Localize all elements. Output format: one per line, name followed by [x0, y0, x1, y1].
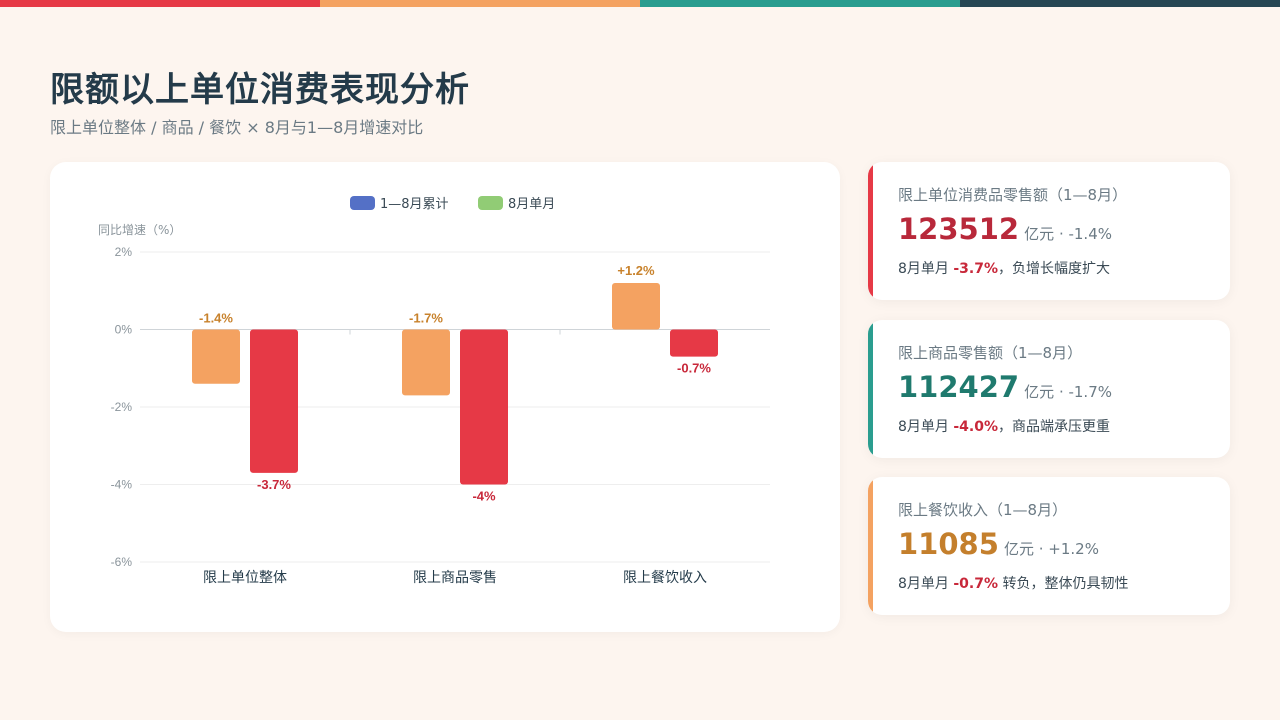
card-value: 112427 — [898, 370, 1020, 404]
card-note-suffix: ，商品端承压更重 — [998, 419, 1110, 435]
card-note-highlight: -3.7% — [953, 261, 998, 277]
bar-monthly — [670, 329, 718, 357]
bar-cumulative — [612, 283, 660, 330]
card-note-prefix: 8月单月 — [898, 261, 954, 277]
card-goods-retail: 限上商品零售额（1—8月） 112427 亿元 · -1.7% 8月单月 -4.… — [868, 320, 1230, 458]
card-accent-bar — [868, 320, 873, 458]
top-color-stripe — [0, 0, 1280, 7]
data-label: -3.7% — [257, 477, 291, 492]
y-tick-label: -6% — [111, 555, 133, 569]
card-note-highlight: -4.0% — [953, 419, 998, 435]
y-tick-label: -2% — [111, 400, 133, 414]
data-label: -0.7% — [677, 361, 711, 376]
bar-monthly — [460, 329, 508, 485]
stripe-segment-navy — [960, 0, 1280, 7]
legend-swatch — [350, 196, 375, 210]
x-tick-label: 限上单位整体 — [203, 570, 287, 586]
card-note-suffix: ，负增长幅度扩大 — [998, 261, 1110, 277]
data-label: -1.7% — [409, 311, 443, 326]
page-title: 限额以上单位消费表现分析 — [50, 70, 470, 110]
stripe-segment-orange — [320, 0, 640, 7]
card-total-retail: 限上单位消费品零售额（1—8月） 123512 亿元 · -1.4% 8月单月 … — [868, 162, 1230, 300]
legend-label: 1—8月累计 — [380, 197, 449, 212]
legend-label: 8月单月 — [508, 197, 555, 212]
bar-monthly — [250, 329, 298, 473]
legend-swatch — [478, 196, 503, 210]
y-tick-label: 2% — [115, 245, 133, 259]
card-unit: 亿元 · -1.7% — [1024, 383, 1112, 401]
y-tick-label: -4% — [111, 478, 133, 492]
y-axis-label: 同比增速（%） — [98, 223, 181, 237]
card-accent-bar — [868, 477, 873, 615]
data-label: +1.2% — [617, 263, 655, 278]
data-label: -1.4% — [199, 311, 233, 326]
card-accent-bar — [868, 162, 873, 300]
card-value: 123512 — [898, 212, 1020, 246]
card-unit: 亿元 · -1.4% — [1024, 225, 1112, 243]
bar-cumulative — [192, 329, 240, 384]
x-tick-label: 限上餐饮收入 — [623, 570, 707, 586]
stripe-segment-red — [0, 0, 320, 7]
data-label: -4% — [472, 489, 496, 504]
bar-chart: 2% 0% -2% -4% -6% 同比增速（%） 1—8月累计 8月单月 -1.4% -3.7%… — [98, 196, 770, 586]
card-value: 11085 — [898, 527, 999, 561]
card-note: 8月单月 -0.7% 转负，整体仍具韧性 — [898, 573, 1128, 593]
card-title: 限上餐饮收入（1—8月） — [898, 501, 1068, 519]
chart-card: 2% 0% -2% -4% -6% 同比增速（%） 1—8月累计 8月单月 -1.4% -3.7%… — [50, 162, 840, 632]
card-note-suffix: 转负，整体仍具韧性 — [998, 576, 1129, 592]
card-unit: 亿元 · +1.2% — [1004, 540, 1099, 558]
stripe-segment-teal — [640, 0, 960, 7]
card-note-prefix: 8月单月 — [898, 576, 954, 592]
y-tick-label: 0% — [115, 323, 133, 337]
x-tick-label: 限上商品零售 — [413, 570, 497, 586]
card-title: 限上单位消费品零售额（1—8月） — [898, 186, 1128, 204]
card-catering: 限上餐饮收入（1—8月） 11085 亿元 · +1.2% 8月单月 -0.7%… — [868, 477, 1230, 615]
card-title: 限上商品零售额（1—8月） — [898, 344, 1083, 362]
bar-cumulative — [402, 329, 450, 396]
card-note-highlight: -0.7% — [953, 576, 998, 592]
card-note: 8月单月 -3.7%，负增长幅度扩大 — [898, 258, 1110, 278]
card-note-prefix: 8月单月 — [898, 419, 954, 435]
card-note: 8月单月 -4.0%，商品端承压更重 — [898, 416, 1110, 436]
page-subtitle: 限上单位整体 / 商品 / 餐饮 × 8月与1—8月增速对比 — [50, 118, 424, 137]
